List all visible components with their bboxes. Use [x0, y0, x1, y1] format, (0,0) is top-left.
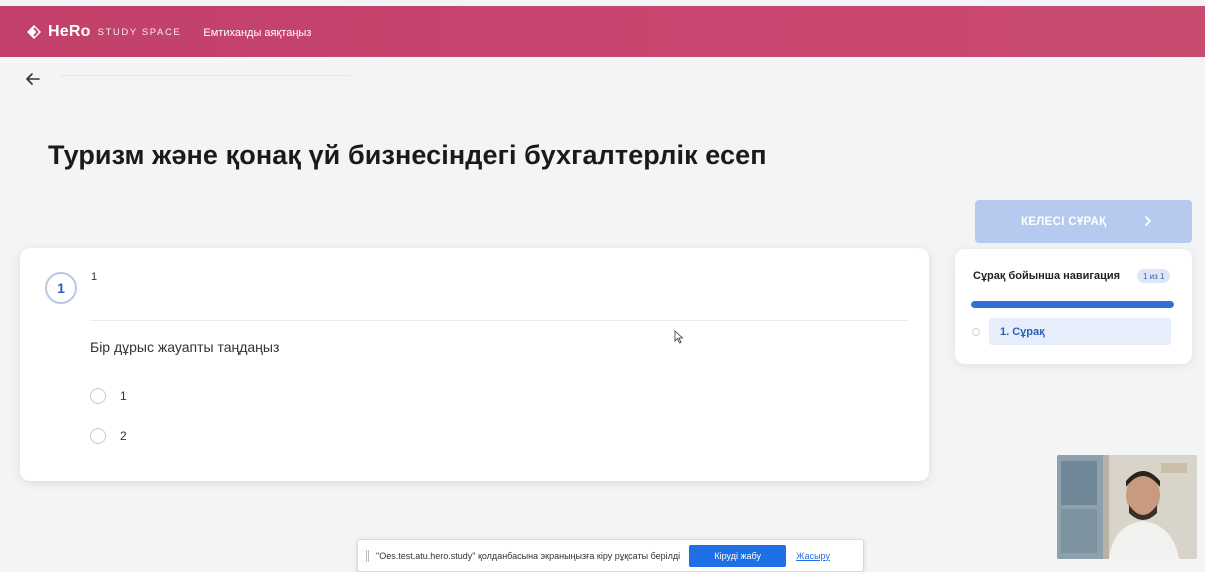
next-question-label: КЕЛЕСІ СҰРАҚ — [1021, 215, 1107, 228]
finish-exam-link[interactable]: Емтиханды аяқтаңыз — [203, 27, 311, 39]
chevron-right-icon — [1145, 216, 1151, 226]
progress-bar-fill — [971, 301, 1174, 308]
page-title: Туризм және қонақ үй бизнесіндегі бухгал… — [48, 140, 767, 170]
question-instruction: Бір дұрыс жауапты таңдаңыз — [90, 339, 280, 355]
next-question-button[interactable]: КЕЛЕСІ СҰРАҚ — [975, 200, 1192, 243]
question-text: 1 — [91, 271, 98, 283]
answer-option-label: 1 — [120, 389, 127, 403]
screen-share-notification: "Oes.test.atu.hero.study" қолданбасына э… — [357, 539, 864, 572]
nav-item-question-1[interactable]: 1. Сұрақ — [989, 318, 1171, 345]
hide-notification-link[interactable]: Жасыру — [796, 551, 830, 561]
drag-handle-icon[interactable] — [366, 549, 369, 562]
answer-option[interactable]: 2 — [90, 428, 127, 444]
question-number-badge: 1 — [45, 272, 77, 304]
webcam-preview — [1057, 455, 1197, 559]
brand-subtitle: STUDY SPACE — [97, 27, 182, 38]
logo[interactable]: HeRo STUDY SPACE — [26, 23, 181, 41]
answer-option-label: 2 — [120, 429, 127, 443]
radio-button[interactable] — [90, 428, 106, 444]
radio-button[interactable] — [90, 388, 106, 404]
brand-name: HeRo — [48, 22, 91, 40]
question-navigation-panel: Сұрақ бойынша навигация 1 из 1 1. Сұрақ — [955, 249, 1192, 364]
progress-badge: 1 из 1 — [1137, 269, 1171, 283]
question-divider — [90, 320, 908, 321]
answer-option[interactable]: 1 — [90, 388, 127, 404]
webcam-image — [1057, 455, 1197, 559]
progress-bar — [971, 301, 1174, 308]
mouse-cursor-icon — [674, 330, 684, 344]
top-bar: HeRo STUDY SPACE Емтиханды аяқтаңыз — [0, 6, 1205, 57]
logo-icon — [27, 24, 41, 39]
screen-share-message: "Oes.test.atu.hero.study" қолданбасына э… — [376, 550, 681, 561]
navigation-title: Сұрақ бойынша навигация — [973, 270, 1121, 282]
stop-sharing-button[interactable]: Кіруді жабу — [689, 544, 787, 567]
arrow-left-icon[interactable] — [24, 70, 42, 88]
status-dot-icon — [972, 328, 980, 336]
nav-item-label: 1. Сұрақ — [1000, 325, 1045, 338]
question-card: 1 1 Бір дұрыс жауапты таңдаңыз 1 2 — [20, 248, 929, 481]
divider — [60, 75, 350, 76]
